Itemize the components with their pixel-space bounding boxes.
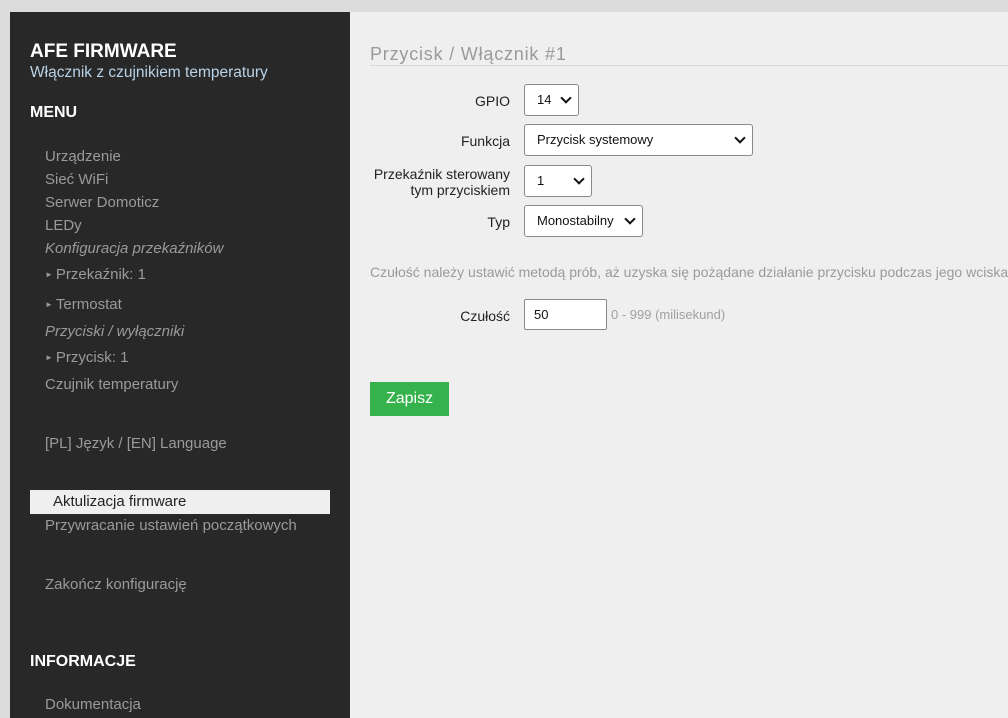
title-divider: [370, 65, 1008, 66]
chevron-down-icon: [573, 173, 585, 185]
chevron-down-icon: [734, 132, 746, 144]
nav-urzadzenie[interactable]: Urządzenie: [45, 148, 121, 165]
nav-siec-wifi[interactable]: Sieć WiFi: [45, 171, 108, 188]
triangle-right-icon: ►: [45, 270, 53, 279]
funkcja-label: Funkcja: [460, 133, 510, 149]
chevron-down-icon: [624, 213, 636, 225]
gpio-select-value: 14: [537, 92, 552, 107]
przekaznik-select-value: 1: [537, 173, 545, 188]
nav-przekaznik-1-label: Przekaźnik: 1: [55, 266, 146, 283]
przekaznik-select[interactable]: 1: [524, 165, 592, 197]
triangle-right-icon: ►: [45, 300, 53, 309]
nav-termostat-label: Termostat: [55, 296, 122, 313]
triangle-right-icon: ►: [45, 353, 53, 362]
nav-category-przyciski: Przyciski / wyłączniki: [45, 323, 185, 340]
chevron-down-icon: [560, 92, 572, 104]
nav-przycisk-1-label: Przycisk: 1: [55, 349, 129, 366]
nav-zakoncz[interactable]: Zakończ konfigurację: [45, 576, 187, 593]
nav-przycisk-1[interactable]: ► Przycisk: 1: [45, 349, 128, 366]
info-heading: INFORMACJE: [30, 653, 136, 670]
funkcja-select-value: Przycisk systemowy: [537, 132, 654, 147]
przekaznik-label: Przekaźnik sterowany tym przyciskiem: [374, 166, 510, 198]
nav-aktualizacja-firmware[interactable]: Aktulizacja firmware: [30, 490, 330, 514]
menu-heading: MENU: [30, 104, 78, 121]
typ-select[interactable]: Monostabilny: [524, 205, 643, 237]
save-button[interactable]: Zapisz: [370, 382, 449, 416]
nav-category-przekazniki: Konfiguracja przekaźników: [45, 240, 224, 257]
brand-subtitle: Włącznik z czujnikiem temperatury: [30, 64, 268, 81]
gpio-select[interactable]: 14: [524, 84, 579, 116]
nav-language[interactable]: [PL] Język / [EN] Language: [45, 435, 227, 452]
nav-czujnik-temperatury[interactable]: Czujnik temperatury: [45, 376, 178, 393]
main-content: Przycisk / Włącznik #1 GPIO 14 Funkcja P…: [350, 12, 1008, 718]
sidebar: AFE FIRMWARE Włącznik z czujnikiem tempe…: [10, 12, 350, 718]
nav-przekaznik-1[interactable]: ► Przekaźnik: 1: [45, 266, 146, 283]
typ-label: Typ: [487, 214, 510, 230]
przekaznik-label-line2: tym przyciskiem: [410, 182, 510, 198]
brand-title: AFE FIRMWARE: [30, 41, 177, 62]
typ-select-value: Monostabilny: [537, 213, 614, 228]
nav-serwer-domoticz[interactable]: Serwer Domoticz: [45, 194, 159, 211]
nav-przywracanie[interactable]: Przywracanie ustawień początkowych: [45, 517, 297, 534]
czulosc-label: Czułość: [460, 308, 510, 324]
nav-termostat[interactable]: ► Termostat: [45, 296, 122, 313]
page-title: Przycisk / Włącznik #1: [370, 44, 567, 64]
nav-dokumentacja[interactable]: Dokumentacja: [45, 696, 141, 713]
sensitivity-hint: Czułość należy ustawić metodą prób, aż u…: [370, 264, 1008, 280]
gpio-label: GPIO: [474, 93, 510, 109]
funkcja-select[interactable]: Przycisk systemowy: [524, 124, 753, 156]
czulosc-range-hint: 0 - 999 (milisekund): [611, 307, 726, 322]
nav-ledy[interactable]: LEDy: [45, 217, 82, 234]
przekaznik-label-line1: Przekaźnik sterowany: [373, 166, 510, 182]
czulosc-input[interactable]: 50: [524, 299, 607, 330]
